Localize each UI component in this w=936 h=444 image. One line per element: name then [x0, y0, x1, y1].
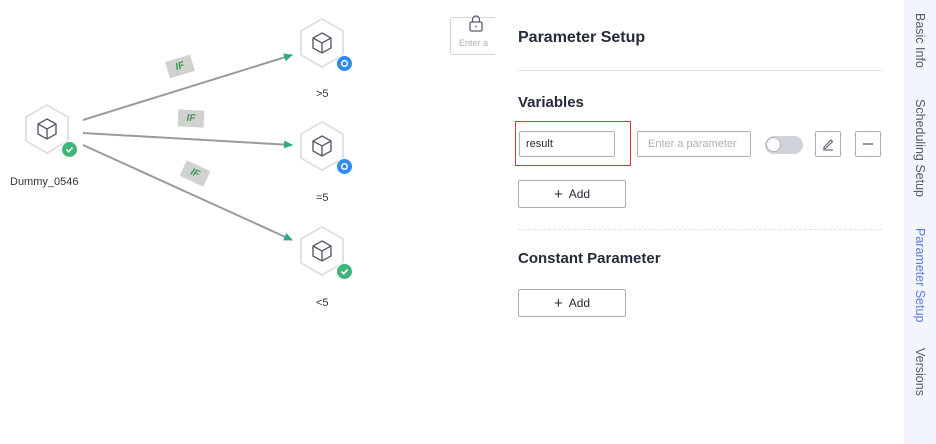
edge-label-if: IF	[177, 109, 205, 128]
target-node-gt5[interactable]	[300, 18, 353, 72]
lock-icon[interactable]	[469, 15, 483, 37]
plus-icon: +	[553, 185, 563, 203]
node-label: =5	[316, 192, 329, 204]
edge-to-eq5[interactable]	[82, 132, 293, 149]
tab-basic-info[interactable]: Basic Info	[913, 13, 927, 68]
constant-parameter-title: Constant Parameter	[518, 250, 661, 267]
edit-button[interactable]	[815, 131, 841, 157]
divider	[518, 70, 882, 71]
panel-title: Parameter Setup	[518, 29, 646, 46]
side-tab-bar: Basic Info Scheduling Setup Parameter Se…	[904, 0, 936, 444]
variables-title: Variables	[518, 94, 584, 111]
add-constant-button[interactable]: + Add	[518, 289, 626, 317]
pencil-icon	[823, 139, 834, 151]
tab-scheduling-setup[interactable]: Scheduling Setup	[913, 99, 927, 197]
node-label: Dummy_0546	[10, 176, 79, 188]
workflow-canvas[interactable]: IF IF IF Dummy_0546 >5 =5 <5 Enter a	[0, 0, 495, 444]
add-label: Add	[568, 296, 591, 310]
edges-layer	[82, 53, 293, 241]
remove-button[interactable]	[855, 131, 881, 157]
dummy-node[interactable]	[25, 104, 78, 158]
minus-icon	[863, 143, 873, 145]
success-check-icon	[336, 263, 353, 280]
edge-to-lt5[interactable]	[82, 144, 293, 241]
target-node-lt5[interactable]	[300, 226, 353, 280]
variable-value-input[interactable]: Enter a parameter	[637, 131, 751, 157]
node-label: <5	[316, 297, 329, 309]
target-node-eq5[interactable]	[300, 121, 353, 175]
tab-versions[interactable]: Versions	[913, 348, 927, 396]
variable-name-input[interactable]: result	[519, 131, 615, 157]
plus-icon: +	[553, 294, 563, 312]
success-check-icon	[61, 141, 78, 158]
running-status-icon	[336, 55, 353, 72]
add-label: Add	[568, 187, 591, 201]
tab-parameter-setup[interactable]: Parameter Setup	[913, 228, 927, 323]
search-placeholder: Enter a	[459, 38, 489, 48]
variable-toggle[interactable]	[765, 136, 803, 154]
add-variable-button[interactable]: + Add	[518, 180, 626, 208]
toggle-knob	[766, 137, 781, 152]
parameter-setup-panel: Parameter Setup Variables result Enter a…	[495, 0, 904, 444]
section-divider	[518, 229, 882, 230]
running-status-icon	[336, 158, 353, 175]
node-label: >5	[316, 88, 329, 100]
